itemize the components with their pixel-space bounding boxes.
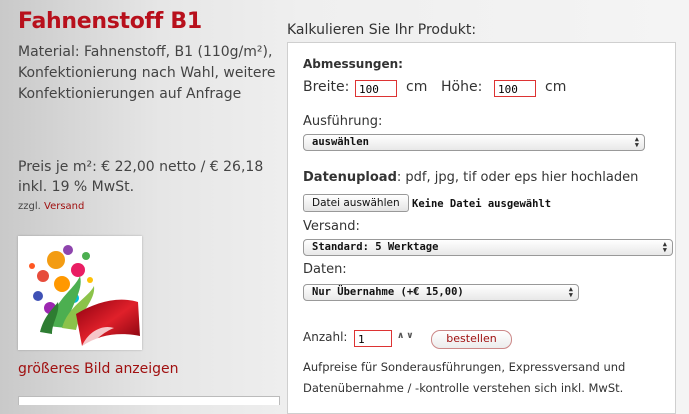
data-label: Daten: <box>303 262 347 277</box>
shipping-prefix: zzgl. <box>18 201 41 212</box>
quantity-stepper-icon[interactable]: ∧∨ <box>397 331 416 341</box>
execution-select[interactable]: auswählen ▲ ▼ <box>303 134 645 151</box>
surcharge-note: Aufpreise für Sonderausführungen, Expres… <box>303 360 626 395</box>
select-arrows-icon: ▲ ▼ <box>662 240 667 254</box>
bigger-image-link[interactable]: größeres Bild anzeigen <box>18 361 179 377</box>
quantity-label: Anzahl: <box>303 330 348 344</box>
shipping-note: zzgl. Versand <box>18 201 84 212</box>
shipping-select[interactable]: Standard: 5 Werktage ▲ ▼ <box>303 239 673 256</box>
select-arrows-icon: ▲ ▼ <box>634 135 639 149</box>
choose-file-button[interactable]: Datei auswählen <box>303 194 409 212</box>
bottom-box <box>18 396 280 405</box>
calculator-panel: Abmessungen: Breite: 100 cm Höhe: 100 cm… <box>287 42 676 414</box>
shipping-label: Versand: <box>303 219 360 234</box>
calculator-heading: Kalkulieren Sie Ihr Produkt: <box>287 22 477 38</box>
order-button[interactable]: bestellen <box>431 330 512 349</box>
data-select[interactable]: Nur Übernahme (+€ 15,00) ▲ ▼ <box>303 284 579 301</box>
no-file-text: Keine Datei ausgewählt <box>412 198 552 210</box>
product-image[interactable] <box>18 236 142 350</box>
width-unit: cm <box>406 79 428 95</box>
upload-label: Datenupload <box>303 170 397 185</box>
fabric-artwork-icon <box>18 236 142 350</box>
height-input[interactable]: 100 <box>494 80 536 97</box>
data-select-value: Nur Übernahme (+€ 15,00) <box>312 286 464 298</box>
upload-hint: : pdf, jpg, tif oder eps hier hochladen <box>396 170 639 185</box>
dimensions-label: Abmessungen: <box>303 57 403 71</box>
shipping-link[interactable]: Versand <box>44 201 84 212</box>
product-price: Preis je m²: € 22,00 netto / € 26,18 ink… <box>18 159 264 195</box>
upload-row: Datenupload: pdf, jpg, tif oder eps hier… <box>303 170 638 185</box>
width-label: Breite: <box>303 79 350 95</box>
execution-label: Ausführung: <box>303 114 383 129</box>
height-unit: cm <box>545 79 567 95</box>
product-material: Material: Fahnenstoff, B1 (110g/m²), Kon… <box>18 44 276 102</box>
shipping-select-value: Standard: 5 Werktage <box>312 241 439 253</box>
quantity-input[interactable]: 1 <box>354 330 392 347</box>
product-title: Fahnenstoff B1 <box>18 9 202 34</box>
width-input[interactable]: 100 <box>355 80 397 97</box>
product-info: Fahnenstoff B1 Material: Fahnenstoff, B1… <box>0 0 280 405</box>
execution-select-value: auswählen <box>312 136 369 148</box>
select-arrows-icon: ▲ ▼ <box>568 285 573 299</box>
height-label: Höhe: <box>441 79 483 95</box>
